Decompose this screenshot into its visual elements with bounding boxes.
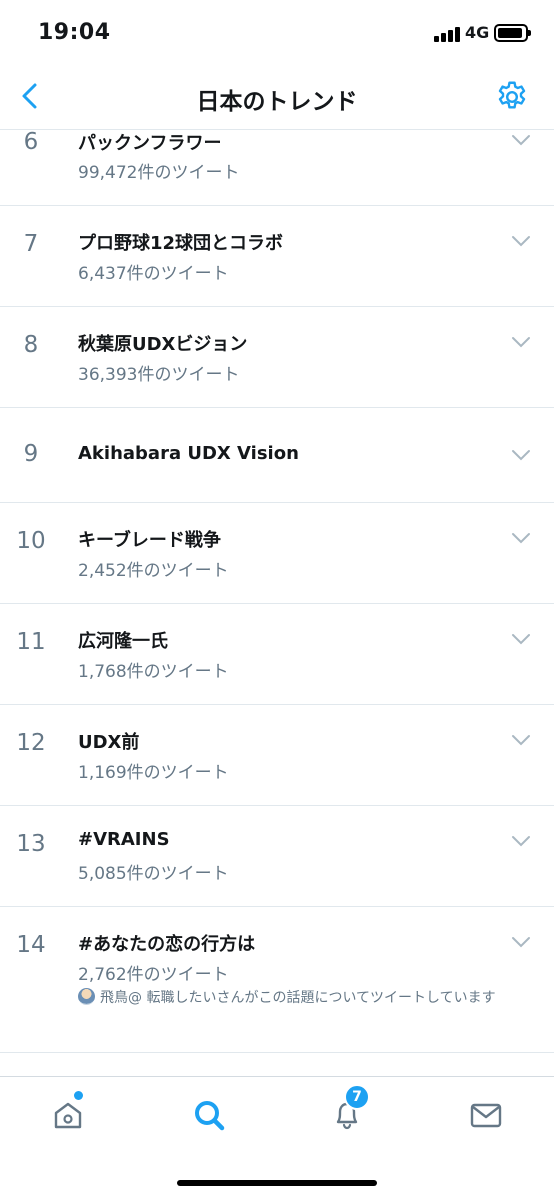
trend-name: 秋葉原UDXビジョン [78, 334, 248, 355]
trend-tweet-count: 2,452件のツイート [78, 561, 229, 581]
chevron-down-icon[interactable] [510, 632, 532, 646]
trend-item[interactable]: 6 パックンフラワー 99,472件のツイート [0, 131, 554, 206]
trend-item[interactable]: 13 #VRAINS 5,085件のツイート [0, 806, 554, 907]
search-icon [195, 1101, 225, 1131]
trend-tweet-count: 1,169件のツイート [78, 763, 229, 783]
tab-notifications[interactable]: 7 [327, 1084, 370, 1135]
chevron-down-icon[interactable] [510, 448, 532, 462]
trend-rank: 12 [16, 730, 46, 756]
trend-list: 6 パックンフラワー 99,472件のツイート 7 プロ野球12球団とコラボ 6… [0, 131, 554, 1076]
trend-context-text: 飛鳥@ 転職したいさんがこの話題についてツイートしています [100, 990, 496, 1006]
trend-rank: 13 [16, 831, 46, 857]
trend-rank: 6 [23, 131, 39, 155]
chevron-down-icon[interactable] [510, 531, 532, 545]
battery-icon [494, 24, 531, 42]
gear-icon [498, 81, 526, 109]
home-icon [54, 1102, 82, 1129]
trend-item[interactable]: 12 UDX前 1,169件のツイート [0, 705, 554, 806]
nav-bar: 日本のトレンド [0, 64, 554, 130]
trend-name: パックンフラワー [78, 133, 222, 154]
notification-badge: 7 [344, 1084, 370, 1110]
settings-button[interactable] [494, 79, 530, 115]
trend-rank: 8 [23, 332, 39, 358]
trend-item[interactable]: 11 広河隆一氏 1,768件のツイート [0, 604, 554, 705]
trend-name: #VRAINS [78, 829, 170, 850]
trend-tweet-count: 1,768件のツイート [78, 662, 229, 682]
trend-name: Akihabara UDX Vision [78, 443, 299, 464]
trend-name: #あなたの恋の行方は [78, 934, 256, 955]
chevron-down-icon[interactable] [510, 234, 532, 248]
status-bar: 19:04 4G [0, 0, 554, 64]
trend-rank: 7 [23, 231, 39, 257]
tab-search[interactable] [189, 1095, 229, 1135]
trend-context: 飛鳥@ 転職したいさんがこの話題についてツイートしています [78, 988, 518, 1008]
page-title: 日本のトレンド [196, 89, 358, 115]
trend-tweet-count: 99,472件のツイート [78, 163, 240, 183]
network-type: 4G [465, 23, 490, 42]
chevron-down-icon[interactable] [510, 335, 532, 349]
trend-item[interactable]: 9 Akihabara UDX Vision [0, 408, 554, 503]
trend-rank: 9 [23, 441, 39, 467]
trend-rank: 14 [16, 932, 46, 958]
trend-tweet-count: 36,393件のツイート [78, 365, 240, 385]
trend-item[interactable]: 8 秋葉原UDXビジョン 36,393件のツイート [0, 307, 554, 408]
trend-name: UDX前 [78, 732, 140, 753]
chevron-down-icon[interactable] [510, 133, 532, 147]
chevron-down-icon[interactable] [510, 935, 532, 949]
status-time: 19:04 [38, 20, 111, 45]
trend-rank: 10 [16, 528, 46, 554]
tab-messages[interactable] [466, 1095, 506, 1135]
trend-item[interactable]: 10 キーブレード戦争 2,452件のツイート [0, 503, 554, 604]
chevron-down-icon[interactable] [510, 834, 532, 848]
home-indicator [177, 1180, 377, 1186]
trend-tweet-count: 6,437件のツイート [78, 264, 229, 284]
envelope-icon [470, 1103, 502, 1128]
chevron-down-icon[interactable] [510, 733, 532, 747]
trend-item[interactable]: 7 プロ野球12球団とコラボ 6,437件のツイート [0, 206, 554, 307]
trend-item[interactable]: 14 #あなたの恋の行方は 2,762件のツイート 飛鳥@ 転職したいさんがこの… [0, 907, 554, 1053]
trend-tweet-count: 2,762件のツイート [78, 965, 229, 985]
trend-tweet-count: 5,085件のツイート [78, 864, 229, 884]
avatar [78, 988, 95, 1005]
new-content-dot [74, 1091, 83, 1100]
trend-rank: 11 [16, 629, 46, 655]
trend-name: 広河隆一氏 [78, 631, 168, 652]
tab-home[interactable] [48, 1091, 88, 1135]
trend-name: キーブレード戦争 [78, 530, 221, 551]
trend-name: プロ野球12球団とコラボ [78, 233, 284, 254]
signal-strength-icon [434, 26, 462, 42]
